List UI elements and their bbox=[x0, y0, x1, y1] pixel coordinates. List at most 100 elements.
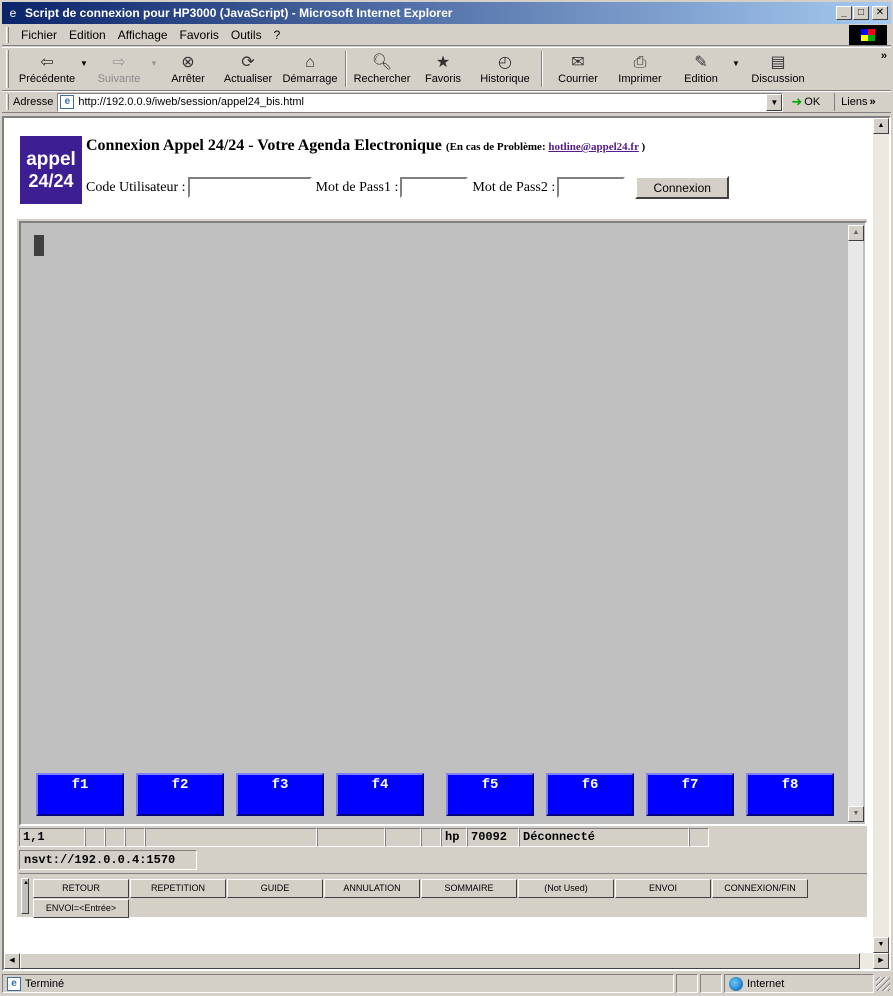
history-button[interactable]: ◴ Historique bbox=[473, 49, 537, 89]
home-button[interactable]: ⌂ Démarrage bbox=[279, 49, 341, 89]
page-horizontal-scrollbar[interactable]: ◀ ▶ bbox=[4, 953, 889, 969]
window-title: Script de connexion pour HP3000 (JavaScr… bbox=[25, 6, 453, 20]
terminal-scroll-down-button[interactable]: ▼ bbox=[848, 806, 864, 822]
not-used-button[interactable]: (Not Used) bbox=[518, 879, 614, 898]
menu-edition[interactable]: Edition bbox=[63, 28, 112, 42]
cursor-position: 1,1 bbox=[19, 828, 85, 847]
terminal-applet: ▲ ▼ f1 f2 f3 f4 f5 f6 f7 f8 1,1 hp 70092… bbox=[17, 219, 867, 918]
menu-affichage[interactable]: Affichage bbox=[112, 28, 174, 42]
back-dropdown[interactable]: ▼ bbox=[79, 59, 89, 68]
scroll-left-button[interactable]: ◀ bbox=[4, 953, 20, 969]
ie-icon[interactable]: e bbox=[5, 5, 21, 21]
status-cell bbox=[421, 828, 441, 847]
connection-state: Déconnecté bbox=[519, 828, 689, 847]
minimize-button[interactable]: _ bbox=[836, 6, 852, 20]
stop-icon: ⊗ bbox=[181, 54, 195, 71]
menu-help[interactable]: ? bbox=[268, 28, 287, 42]
user-code-input[interactable] bbox=[187, 177, 312, 198]
annulation-button[interactable]: ANNULATION bbox=[324, 879, 420, 898]
scroll-down-button[interactable]: ▼ bbox=[873, 937, 889, 953]
sommaire-button[interactable]: SOMMAIRE bbox=[421, 879, 517, 898]
toolbar-separator bbox=[541, 51, 543, 87]
forward-button[interactable]: ⇨ Suivante bbox=[89, 49, 149, 89]
pass2-input[interactable] bbox=[557, 177, 626, 198]
edit-button[interactable]: ✎ Edition bbox=[671, 49, 731, 89]
terminal-cursor bbox=[34, 235, 44, 256]
status-cell bbox=[105, 828, 125, 847]
address-grip[interactable] bbox=[6, 94, 9, 110]
terminal-screen[interactable]: ▲ ▼ f1 f2 f3 f4 f5 f6 f7 f8 bbox=[19, 221, 867, 826]
terminal-scroll-up-button[interactable]: ▲ bbox=[848, 225, 864, 241]
forward-arrow-icon: ⇨ bbox=[112, 54, 126, 71]
windows-logo-icon bbox=[849, 25, 887, 45]
edit-dropdown[interactable]: ▼ bbox=[731, 59, 741, 68]
page-vertical-scrollbar[interactable]: ▲ ▼ bbox=[873, 118, 889, 953]
discuss-button[interactable]: ▤ Discussion bbox=[741, 49, 815, 89]
status-text-panel: e Terminé bbox=[2, 974, 674, 993]
toolbar-separator bbox=[345, 51, 347, 87]
menu-fichier[interactable]: Fichier bbox=[15, 28, 63, 42]
resize-grip[interactable] bbox=[876, 976, 890, 991]
maximize-button[interactable]: □ bbox=[853, 6, 869, 20]
envoi-button[interactable]: ENVOI bbox=[615, 879, 711, 898]
terminal-scrollbar[interactable]: ▲ ▼ bbox=[847, 225, 864, 822]
links-more-chevron[interactable]: » bbox=[869, 96, 875, 108]
guide-button[interactable]: GUIDE bbox=[227, 879, 323, 898]
toolbar-grip[interactable] bbox=[6, 50, 9, 88]
address-input[interactable]: e http://192.0.0.9/iweb/session/appel24_… bbox=[57, 92, 784, 112]
mail-button[interactable]: ✉ Courrier bbox=[547, 49, 609, 89]
scroll-up-button[interactable]: ▲ bbox=[873, 118, 889, 134]
forward-dropdown[interactable]: ▼ bbox=[149, 59, 159, 68]
go-arrow-icon: ➜ bbox=[791, 94, 803, 109]
status-text: Terminé bbox=[25, 977, 65, 990]
retour-button[interactable]: RETOUR bbox=[33, 879, 129, 898]
envoi-entree-button[interactable]: ENVOI=<Entrée> bbox=[33, 899, 129, 918]
button-bar-grip[interactable]: ▲ bbox=[21, 878, 29, 914]
repetition-button[interactable]: REPETITION bbox=[130, 879, 226, 898]
page-viewport: appel 24/24 Connexion Appel 24/24 - Votr… bbox=[2, 116, 891, 971]
zone-text: Internet bbox=[747, 977, 785, 990]
page-title: Connexion Appel 24/24 - Votre Agenda Ele… bbox=[86, 137, 442, 154]
status-cell bbox=[85, 828, 105, 847]
address-dropdown-button[interactable]: ▼ bbox=[766, 93, 783, 111]
connexion-button[interactable]: Connexion bbox=[635, 176, 730, 199]
terminal-code: 70092 bbox=[467, 828, 519, 847]
go-button[interactable]: ➜ OK bbox=[791, 94, 820, 110]
home-icon: ⌂ bbox=[305, 54, 315, 71]
connexion-fin-button[interactable]: CONNEXION/FIN bbox=[712, 879, 808, 898]
horizontal-scroll-thumb[interactable] bbox=[20, 953, 860, 969]
favorites-button[interactable]: ★ Favoris bbox=[413, 49, 473, 89]
mail-icon: ✉ bbox=[571, 54, 585, 71]
scroll-right-button[interactable]: ▶ bbox=[873, 953, 889, 969]
toolbar-more-chevron[interactable]: » bbox=[881, 50, 887, 62]
hotline-email-link[interactable]: hotline@appel24.fr bbox=[548, 141, 638, 153]
pass1-input[interactable] bbox=[400, 177, 469, 198]
standard-toolbar: ⇦ Précédente ▼ ⇨ Suivante ▼ ⊗ Arrêter ⟳ … bbox=[2, 47, 891, 91]
fkey-f7[interactable]: f7 bbox=[646, 773, 734, 816]
fkey-f1[interactable]: f1 bbox=[36, 773, 124, 816]
back-arrow-icon: ⇦ bbox=[40, 54, 54, 71]
fkey-f8[interactable]: f8 bbox=[746, 773, 834, 816]
back-button[interactable]: ⇦ Précédente bbox=[15, 49, 79, 89]
menu-favoris[interactable]: Favoris bbox=[174, 28, 225, 42]
printer-icon: ⎙ bbox=[633, 54, 647, 71]
fkey-f6[interactable]: f6 bbox=[546, 773, 634, 816]
links-button[interactable]: Liens bbox=[834, 93, 867, 111]
search-icon: 🔍︎ bbox=[371, 54, 393, 71]
fkey-f5[interactable]: f5 bbox=[446, 773, 534, 816]
fkey-f2[interactable]: f2 bbox=[136, 773, 224, 816]
stop-button[interactable]: ⊗ Arrêter bbox=[159, 49, 217, 89]
terminal-button-bar: ▲ RETOUR REPETITION GUIDE ANNULATION SOM… bbox=[19, 873, 867, 918]
menu-outils[interactable]: Outils bbox=[225, 28, 268, 42]
refresh-button[interactable]: ⟳ Actualiser bbox=[217, 49, 279, 89]
zone-panel: Internet bbox=[724, 974, 874, 993]
menu-grip[interactable] bbox=[6, 26, 9, 43]
status-cell bbox=[689, 828, 709, 847]
search-button[interactable]: 🔍︎ Rechercher bbox=[351, 49, 413, 89]
fkey-f4[interactable]: f4 bbox=[336, 773, 424, 816]
print-button[interactable]: ⎙ Imprimer bbox=[609, 49, 671, 89]
function-keys: f1 f2 f3 f4 f5 f6 f7 f8 bbox=[36, 773, 846, 817]
close-button[interactable]: ✕ bbox=[872, 6, 888, 20]
status-cell bbox=[317, 828, 385, 847]
fkey-f3[interactable]: f3 bbox=[236, 773, 324, 816]
